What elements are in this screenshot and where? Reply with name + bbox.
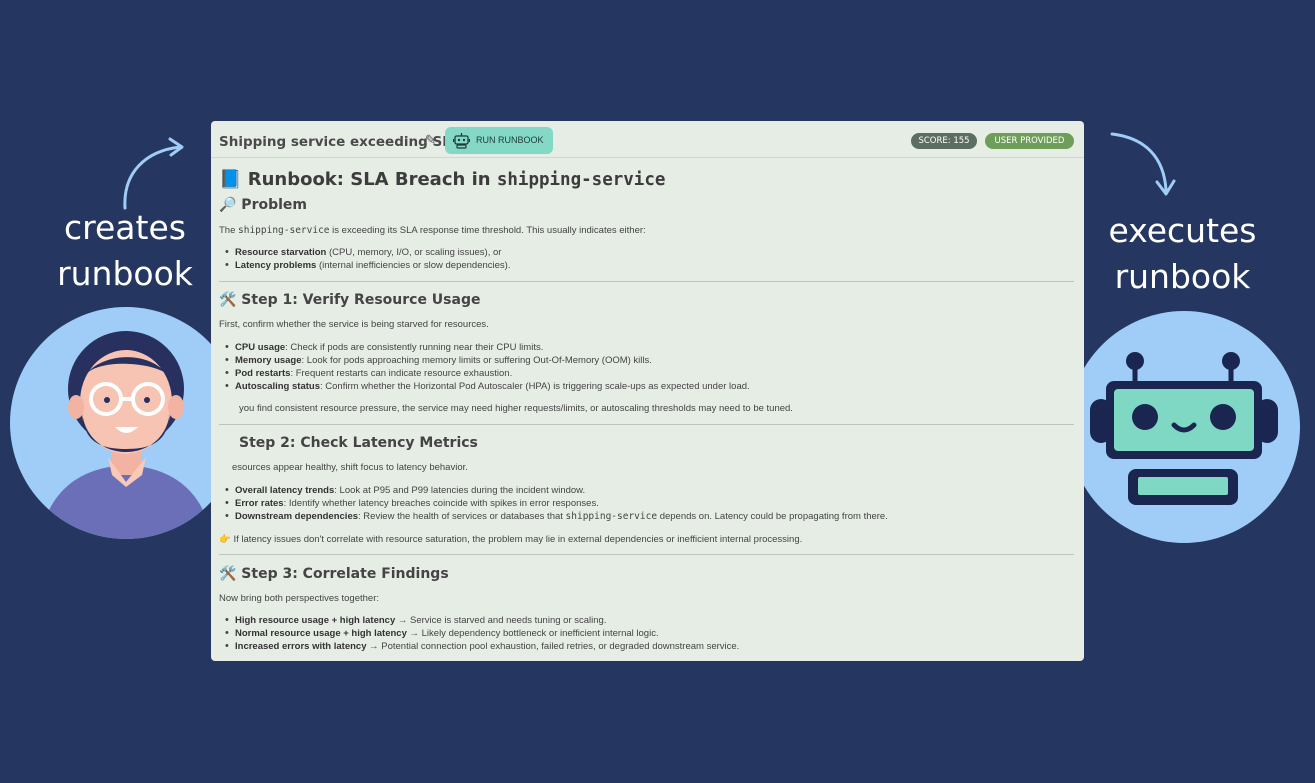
list-item: Memory usage: Look for pods approaching … bbox=[225, 354, 652, 366]
list-item: Autoscaling status: Confirm whether the … bbox=[225, 380, 750, 392]
text-span: is exceeding its SLA response time thres… bbox=[329, 225, 646, 236]
step1-intro: First, confirm whether the service is be… bbox=[219, 319, 489, 330]
executes-runbook-label: executes runbook bbox=[1095, 208, 1270, 300]
robot-avatar bbox=[1068, 311, 1300, 543]
person-icon bbox=[40, 331, 212, 539]
divider bbox=[219, 554, 1074, 555]
step2-note: 👉 If latency issues don't correlate with… bbox=[219, 534, 803, 545]
curved-arrow-icon bbox=[1110, 132, 1176, 196]
step3-intro: Now bring both perspectives together: bbox=[219, 593, 380, 604]
step3-heading: 🛠️ Step 3: Correlate Findings bbox=[219, 566, 449, 582]
run-runbook-label: RUN RUNBOOK bbox=[476, 135, 544, 145]
code-span: shipping-service bbox=[238, 225, 330, 236]
pencil-icon[interactable]: ✎ bbox=[425, 132, 436, 148]
list-item: Pod restarts: Frequent restarts can indi… bbox=[225, 367, 512, 379]
panel-header: Shipping service exceeding SLA ✎ RUN RUN… bbox=[211, 121, 1084, 159]
human-avatar bbox=[10, 307, 242, 539]
curved-arrow-icon bbox=[123, 137, 184, 210]
label-line: runbook bbox=[1114, 257, 1251, 296]
step2-intro: esources appear healthy, shift focus to … bbox=[232, 462, 468, 473]
problem-heading: 🔎 Problem bbox=[219, 197, 307, 213]
label-line: executes bbox=[1108, 211, 1257, 250]
text-span: The bbox=[219, 225, 239, 236]
list-item: Downstream dependencies: Review the heal… bbox=[225, 510, 888, 522]
list-item: Resource starvation (CPU, memory, I/O, o… bbox=[225, 246, 501, 258]
step2-heading: Step 2: Check Latency Metrics bbox=[239, 435, 478, 451]
step1-note: you find consistent resource pressure, t… bbox=[239, 403, 793, 414]
list-item: High resource usage + high latency → Ser… bbox=[225, 614, 606, 626]
divider bbox=[211, 157, 1084, 158]
runbook-heading: 📘 Runbook: SLA Breach in shipping-servic… bbox=[219, 169, 665, 190]
label-line: runbook bbox=[57, 254, 193, 293]
list-item: Error rates: Identify whether latency br… bbox=[225, 497, 599, 509]
score-badge: SCORE: 155 bbox=[911, 133, 977, 149]
problem-text: The shipping-service is exceeding its SL… bbox=[219, 225, 646, 236]
run-runbook-button[interactable]: RUN RUNBOOK bbox=[445, 127, 553, 154]
list-item: Overall latency trends: Look at P95 and … bbox=[225, 484, 585, 496]
step1-heading: 🛠️ Step 1: Verify Resource Usage bbox=[219, 292, 481, 308]
list-item: CPU usage: Check if pods are consistentl… bbox=[225, 341, 543, 353]
list-item: Normal resource usage + high latency → L… bbox=[225, 627, 659, 639]
creates-runbook-label: creates runbook bbox=[40, 205, 210, 297]
heading-text: Runbook: SLA Breach in bbox=[247, 169, 497, 190]
robot-icon bbox=[453, 133, 470, 149]
robot-icon bbox=[1090, 352, 1278, 505]
divider bbox=[219, 281, 1074, 282]
runbook-panel: Shipping service exceeding SLA ✎ RUN RUN… bbox=[211, 121, 1084, 661]
divider bbox=[219, 424, 1074, 425]
list-item: Latency problems (internal inefficiencie… bbox=[225, 259, 510, 271]
list-item: Increased errors with latency → Potentia… bbox=[225, 640, 739, 652]
book-icon: 📘 bbox=[219, 169, 242, 190]
heading-code: shipping-service bbox=[496, 170, 666, 190]
source-badge: USER PROVIDED bbox=[985, 133, 1074, 149]
